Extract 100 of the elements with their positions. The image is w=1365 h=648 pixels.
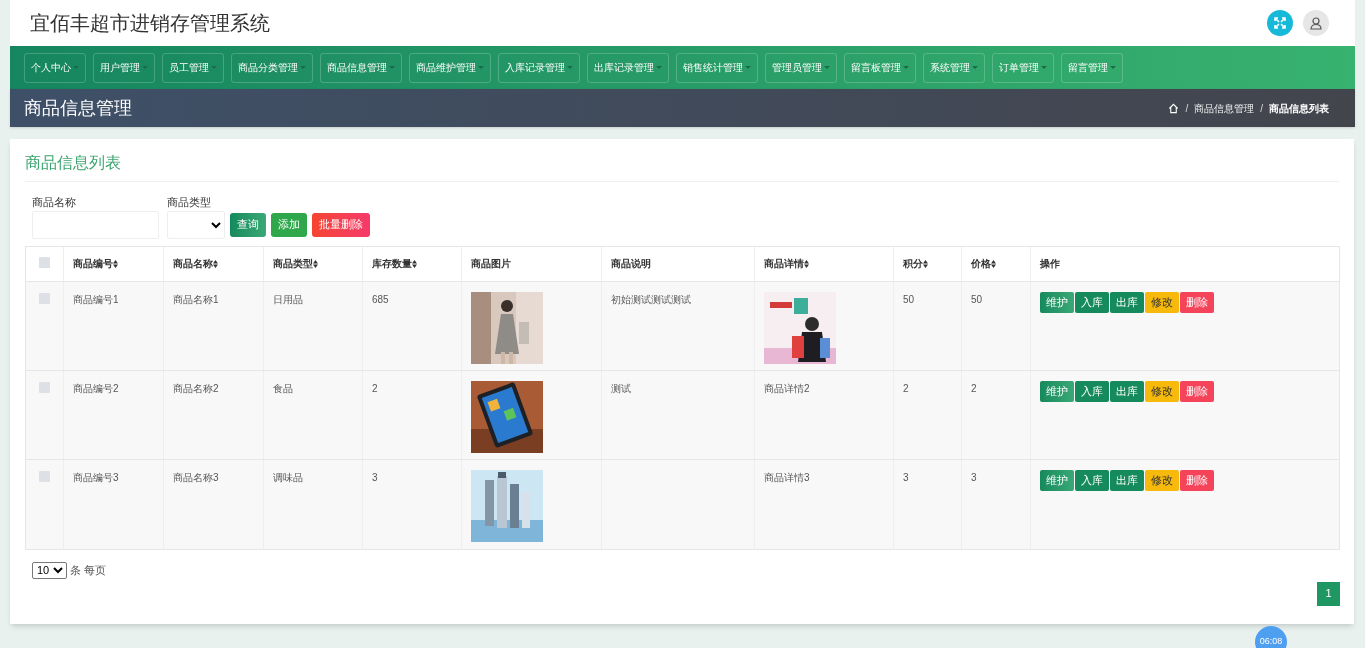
checkbox[interactable] [39, 381, 50, 393]
column-header[interactable]: 商品类型 [273, 256, 318, 271]
caret-icon [478, 65, 484, 70]
delete-button[interactable]: 删除 [1180, 291, 1214, 313]
column-header[interactable]: 库存数量 [372, 256, 417, 271]
checkbox[interactable] [39, 256, 50, 268]
caret-icon [745, 65, 751, 70]
caret-icon [300, 65, 306, 70]
table-cell: 商品名称1 [173, 293, 219, 305]
checkbox[interactable] [39, 470, 50, 482]
stock-in-button[interactable]: 入库 [1075, 291, 1109, 313]
nav-menu-button[interactable]: 用户管理 [93, 52, 155, 83]
table-cell: 2 [903, 382, 909, 394]
page-size-label: 条 每页 [70, 562, 107, 578]
edit-button[interactable]: 修改 [1145, 291, 1179, 313]
table-cell: 商品详情2 [764, 382, 810, 394]
table-cell: 2 [372, 382, 378, 394]
nav-menu-button[interactable]: 员工管理 [162, 52, 224, 83]
caret-icon [142, 65, 148, 70]
field-label: 商品类型 [167, 195, 212, 210]
stock-in-button[interactable]: 入库 [1075, 469, 1109, 491]
page-button[interactable]: 1 [1317, 581, 1340, 606]
caret-icon [211, 65, 217, 70]
sort-icon[interactable] [213, 259, 218, 268]
user-button[interactable] [1303, 10, 1329, 36]
nav-menu-button[interactable]: 管理员管理 [765, 52, 837, 83]
app-title: 宜佰丰超市进销存管理系统 [30, 11, 270, 36]
column-header: 商品说明 [611, 257, 651, 271]
edit-button[interactable]: 修改 [1145, 380, 1179, 402]
caret-icon [389, 65, 395, 70]
column-header[interactable]: 价格 [971, 256, 996, 271]
checkbox[interactable] [39, 292, 50, 304]
maintain-button[interactable]: 维护 [1040, 291, 1074, 313]
table-cell: 商品编号1 [73, 293, 119, 305]
nav-menu-button[interactable]: 销售统计管理 [676, 52, 758, 83]
column-header: 操作 [1040, 257, 1060, 271]
card-title: 商品信息列表 [25, 151, 1339, 182]
stock-in-button[interactable]: 入库 [1075, 380, 1109, 402]
maintain-button[interactable]: 维护 [1040, 380, 1074, 402]
sort-icon[interactable] [412, 259, 417, 268]
add-button[interactable]: 添加 [271, 212, 307, 237]
caret-icon [656, 65, 662, 70]
home-icon[interactable] [1168, 102, 1180, 114]
nav-menu-button[interactable]: 订单管理 [992, 52, 1054, 83]
sort-icon[interactable] [804, 259, 809, 268]
stock-out-button[interactable]: 出库 [1110, 291, 1144, 313]
delete-button[interactable]: 删除 [1180, 469, 1214, 491]
caret-icon [972, 65, 978, 70]
nav-menu-button[interactable]: 商品维护管理 [409, 52, 491, 83]
column-header[interactable]: 商品名称 [173, 256, 218, 271]
table-cell: 3 [903, 471, 909, 483]
table-cell: 测试 [611, 382, 631, 394]
query-button[interactable]: 查询 [230, 212, 266, 237]
maintain-button[interactable]: 维护 [1040, 469, 1074, 491]
table-cell: 调味品 [273, 471, 303, 483]
page-size-select[interactable]: 10 [32, 561, 67, 579]
table-cell: 50 [971, 293, 983, 305]
delete-button[interactable]: 批量删除 [312, 212, 370, 237]
nav-menu-button[interactable]: 入库记录管理 [498, 52, 580, 83]
sort-icon[interactable] [991, 259, 996, 268]
nav-menu-button[interactable]: 留言板管理 [844, 52, 916, 83]
column-header[interactable]: 商品详情 [764, 256, 809, 271]
table-cell: 日用品 [273, 293, 303, 305]
caret-icon [1041, 65, 1047, 70]
caret-icon [824, 65, 830, 70]
caret-icon [903, 65, 909, 70]
caret-icon [73, 65, 79, 70]
table-cell: 50 [903, 293, 915, 305]
breadcrumb-current: 商品信息列表 [1269, 101, 1329, 116]
column-header: 商品图片 [471, 257, 511, 271]
column-header[interactable]: 积分 [903, 256, 928, 271]
table-cell: 685 [372, 293, 389, 305]
table-cell: 3 [971, 471, 977, 483]
delete-button[interactable]: 删除 [1180, 380, 1214, 402]
sort-icon[interactable] [923, 259, 928, 268]
user-icon[interactable] [1309, 16, 1323, 30]
table-cell: 商品编号3 [73, 471, 119, 483]
stock-out-button[interactable]: 出库 [1110, 380, 1144, 402]
field-label: 商品名称 [32, 195, 77, 210]
column-header[interactable]: 商品编号 [73, 256, 118, 271]
nav-menu-button[interactable]: 个人中心 [24, 52, 86, 83]
table-cell: 食品 [273, 382, 293, 394]
caret-icon [567, 65, 573, 70]
table-cell: 2 [971, 382, 977, 394]
sort-icon[interactable] [313, 259, 318, 268]
table-cell: 3 [372, 471, 378, 483]
breadcrumb-separator: / [1184, 101, 1190, 116]
nav-menu-button[interactable]: 留言管理 [1061, 52, 1123, 83]
nav-menu-button[interactable]: 商品信息管理 [320, 52, 402, 83]
edit-button[interactable]: 修改 [1145, 469, 1179, 491]
table-cell: 商品详情3 [764, 471, 810, 483]
sort-icon[interactable] [113, 259, 118, 268]
page-title: 商品信息管理 [24, 96, 132, 120]
caret-icon [1110, 65, 1116, 70]
table-cell: 初始测试测试测试 [611, 293, 691, 305]
stock-out-button[interactable]: 出库 [1110, 469, 1144, 491]
nav-menu-button[interactable]: 系统管理 [923, 52, 985, 83]
nav-menu-button[interactable]: 商品分类管理 [231, 52, 313, 83]
breadcrumb-link[interactable]: 商品信息管理 [1194, 100, 1255, 116]
nav-menu-button[interactable]: 出库记录管理 [587, 52, 669, 83]
